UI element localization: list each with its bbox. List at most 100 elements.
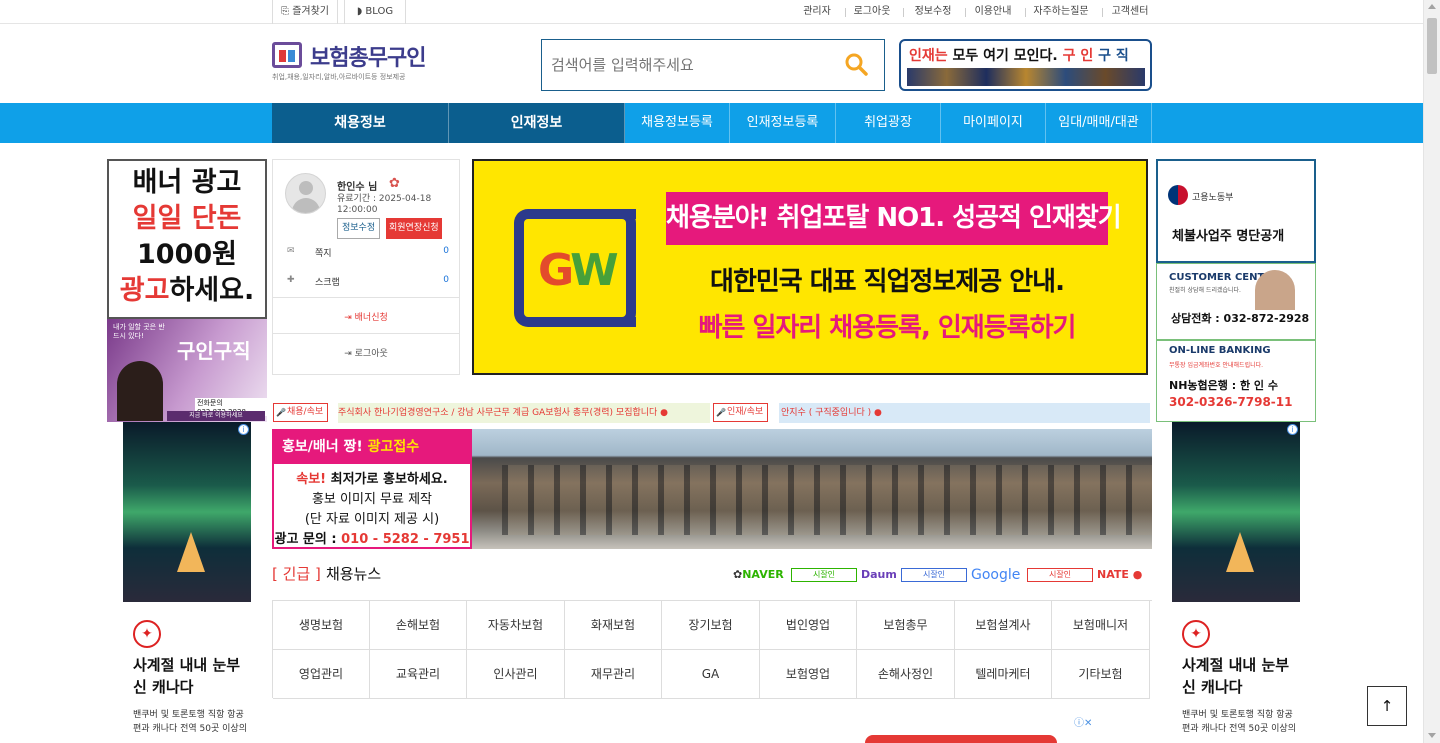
- site-tagline: 취업,채용,일자리,알바,아르바이트등 정보제공: [272, 73, 406, 81]
- left-banner-ad[interactable]: 배너 광고 일일 단돈 1000원 광고하세요.: [107, 159, 267, 319]
- scroll-down-icon[interactable]: [1428, 733, 1436, 738]
- promo-banner[interactable]: 홍보/배너 짱! 광고접수 속보! 최저가로 홍보하세요. 홍보 이미지 무료 …: [272, 429, 1152, 549]
- google-link[interactable]: Google: [971, 566, 1020, 584]
- left-photo-ad-foot: 지금 바로 이용하세요: [167, 411, 265, 421]
- customer-center-link[interactable]: 고객센터: [1109, 0, 1151, 24]
- category-15[interactable]: 손해사정인: [857, 650, 955, 699]
- exit-icon: ⇥: [344, 313, 352, 323]
- nav-mypage[interactable]: 마이페이지: [941, 103, 1046, 143]
- maple-leaf-icon: ✦: [1182, 620, 1210, 648]
- edit-info-link[interactable]: 정보수정: [912, 0, 966, 24]
- bookmark-link[interactable]: ⎘ 즐겨찾기: [272, 0, 338, 24]
- category-13[interactable]: GA: [662, 650, 760, 699]
- search-icon[interactable]: [844, 52, 870, 78]
- logo-mark-icon: [272, 42, 302, 68]
- main-ad-line2: 대한민국 대표 직업정보제공 안내.: [710, 267, 1065, 297]
- nav-talent-info[interactable]: 인재정보: [449, 103, 625, 143]
- nav-lease[interactable]: 임대/매매/대관: [1046, 103, 1152, 143]
- nav-talent-register[interactable]: 인재정보등록: [730, 103, 836, 143]
- daum-start-button[interactable]: 시잘인: [901, 568, 967, 582]
- membership-expiry: 유료기간 : 2025-04-18 12:00:00: [337, 194, 432, 215]
- right-bank-ad[interactable]: ON-LINE BANKING 무통장 입금계좌번호 안내해드립니다. NH농협…: [1156, 340, 1316, 422]
- category-14[interactable]: 보험영업: [760, 650, 857, 699]
- nav-job-info[interactable]: 채용정보: [272, 103, 449, 143]
- banner-apply-link[interactable]: ⇥ 배너신청: [273, 310, 459, 323]
- category-2[interactable]: 자동차보험: [467, 601, 565, 650]
- job-ticker-text[interactable]: 주식회사 한나기업경영연구소 / 강남 사무근무 계급 GA보험사 총무(경력)…: [338, 403, 710, 423]
- top-banner-ad[interactable]: 인재는 모두 여기 모인다. 구 인 구 직: [899, 39, 1152, 91]
- promo-line3: (단 자료 이미지 제공 시): [304, 512, 440, 527]
- right-gov-ad[interactable]: 고용노동부 체불사업주 명단공개: [1156, 159, 1316, 263]
- category-12[interactable]: 재무관리: [565, 650, 662, 699]
- bank-title: ON-LINE BANKING: [1169, 345, 1271, 356]
- message-row[interactable]: ✉ 쪽지 0: [287, 244, 449, 262]
- category-4[interactable]: 장기보험: [662, 601, 760, 650]
- category-6[interactable]: 보험총무: [857, 601, 955, 650]
- search-box: [541, 39, 885, 91]
- gw-logo-icon: GW: [538, 245, 619, 296]
- bank-name: NH농협은행 : 한 인 수: [1169, 379, 1278, 392]
- faq-link[interactable]: 자주하는질문: [1031, 0, 1103, 24]
- logout-top-link[interactable]: 로그아웃: [852, 0, 904, 24]
- category-1[interactable]: 손해보험: [370, 601, 467, 650]
- category-11[interactable]: 인사관리: [467, 650, 565, 699]
- left-banner-line2: 일일 단돈: [132, 203, 242, 234]
- category-5[interactable]: 법인영업: [760, 601, 857, 650]
- daum-link[interactable]: Daum: [861, 566, 897, 584]
- naver-link[interactable]: ✿NAVER: [733, 566, 784, 584]
- left-banner-line3: 1000원: [137, 239, 237, 270]
- page-scrollbar[interactable]: [1423, 0, 1440, 743]
- left-banner-line4: 광고하세요.: [119, 275, 255, 306]
- back-to-top-button[interactable]: ↑: [1367, 686, 1407, 726]
- right-google-ad[interactable]: i ✦ 사계절 내내 눈부신 캐나다 밴쿠버 및 토론토행 직항 항공편과 캐나…: [1172, 422, 1300, 743]
- adchoices-icon[interactable]: i: [1287, 424, 1298, 435]
- scrap-row[interactable]: ✚ 스크랩 0: [287, 273, 449, 291]
- left-google-ad[interactable]: i ✦ 사계절 내내 눈부신 캐나다 밴쿠버 및 토론토행 직항 항공편과 캐나…: [123, 422, 251, 743]
- right-cc-ad[interactable]: CUSTOMER CENTER 친절히 상담해 드리겠습니다. 상담전화 : 0…: [1156, 263, 1316, 340]
- category-0[interactable]: 생명보험: [273, 601, 370, 650]
- bottom-ad-strip: [865, 735, 1057, 743]
- category-16[interactable]: 텔레마케터: [955, 650, 1052, 699]
- ad-headline: 사계절 내내 눈부신 캐나다: [133, 656, 241, 696]
- scrap-count: 0: [443, 275, 449, 285]
- main-ad-line1: 채용분야! 취업포탈 NO1. 성공적 인재찾기: [666, 192, 1122, 245]
- ad-description: 밴쿠버 및 토론토행 직항 항공편과 캐나다 전역 50곳 이상의: [1182, 710, 1296, 734]
- naver-start-button[interactable]: 시잘인: [791, 568, 857, 582]
- google-start-button[interactable]: 시잘인: [1027, 568, 1093, 582]
- promo-header: 홍보/배너 짱! 광고접수: [274, 431, 470, 464]
- guide-link[interactable]: 이용안내: [972, 0, 1026, 24]
- extend-membership-button[interactable]: 회원연장신청: [386, 218, 442, 239]
- category-7[interactable]: 보험설계사: [955, 601, 1052, 650]
- main-ad-line3: 빠른 일자리 채용등록, 인재등록하기: [698, 313, 1077, 343]
- category-3[interactable]: 화재보험: [565, 601, 662, 650]
- category-grid: 생명보험 손해보험 자동차보험 화재보험 장기보험 법인영업 보험총무 보험설계사 보험매니저영…: [272, 600, 1152, 699]
- news-ticker: 채용/속보 주식회사 한나기업경영연구소 / 강남 사무근무 계급 GA보험사 …: [272, 401, 1152, 423]
- left-photo-ad[interactable]: 내가 일할 곳은 반드시 있다! 구인구직 전화문의 032.872.2928 …: [107, 319, 267, 422]
- logout-link[interactable]: ⇥ 로그아웃: [273, 346, 459, 359]
- talent-ticker-text[interactable]: 안지수 ( 구직중입니다 ) ●: [779, 403, 1150, 423]
- category-17[interactable]: 기타보험: [1052, 650, 1150, 699]
- news-heading: [ 긴급 ] 채용뉴스: [272, 563, 381, 584]
- nav-job-plaza[interactable]: 취업광장: [836, 103, 941, 143]
- blog-link[interactable]: ◗ BLOG: [344, 0, 406, 24]
- bank-account: 302-0326-7798-11: [1169, 395, 1293, 409]
- nate-link[interactable]: NATE ●: [1097, 566, 1142, 584]
- scroll-up-icon[interactable]: [1428, 4, 1436, 9]
- scrap-label: 스크랩: [315, 278, 340, 288]
- cc-tel: 상담전화 : 032-872-2928: [1171, 310, 1310, 326]
- maple-leaf-icon: ✦: [133, 620, 161, 648]
- category-10[interactable]: 교육관리: [370, 650, 467, 699]
- adchoices-close-icon[interactable]: ⓘ✕: [1074, 714, 1092, 729]
- admin-link[interactable]: 관리자: [800, 0, 846, 24]
- main-banner-ad[interactable]: GW 채용분야! 취업포탈 NO1. 성공적 인재찾기 대한민국 대표 직업정보…: [472, 159, 1148, 375]
- nav-job-register[interactable]: 채용정보등록: [625, 103, 730, 143]
- adchoices-icon[interactable]: i: [238, 424, 249, 435]
- gov-ad-title: 체불사업주 명단공개: [1172, 229, 1285, 244]
- category-9[interactable]: 영업관리: [273, 650, 370, 699]
- gear-icon[interactable]: ✿: [389, 176, 400, 191]
- edit-info-button[interactable]: 정보수정: [337, 218, 381, 239]
- scrollbar-thumb[interactable]: [1427, 18, 1437, 74]
- category-8[interactable]: 보험매니저: [1052, 601, 1150, 650]
- search-input[interactable]: [542, 40, 832, 90]
- utility-bar: ⎘ 즐겨찾기 ◗ BLOG 관리자 로그아웃 정보수정 이용안내 자주하는질문 …: [0, 0, 1423, 24]
